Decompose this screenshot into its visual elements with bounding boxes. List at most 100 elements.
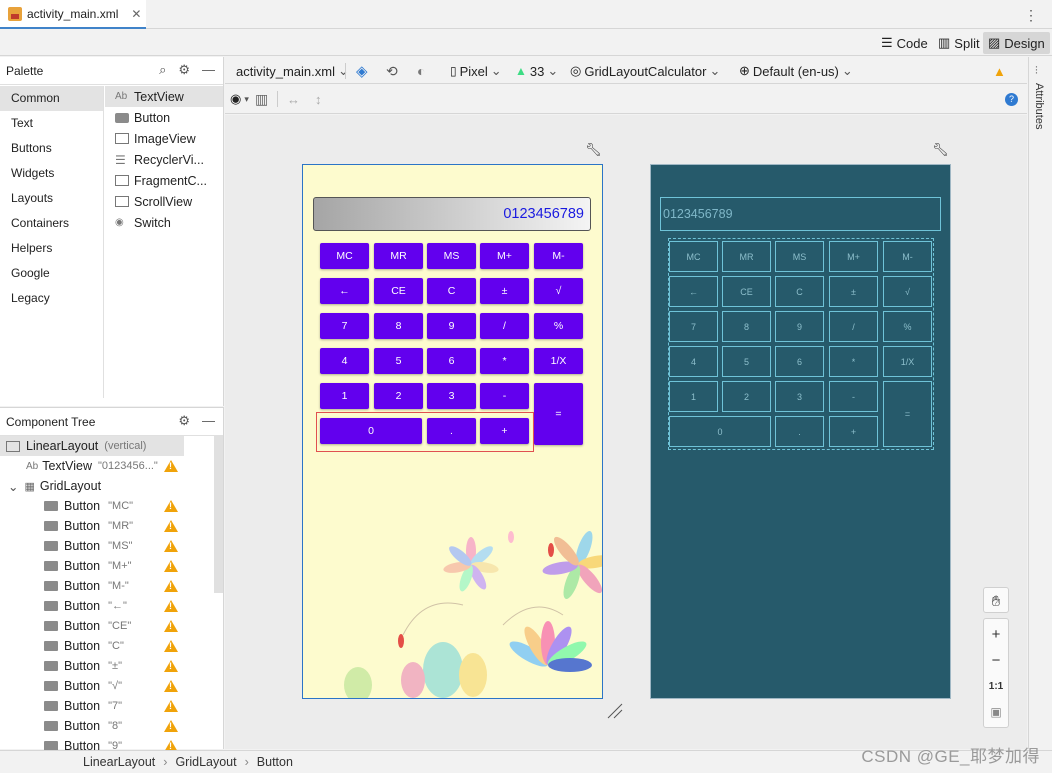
breadcrumb-item[interactable]: Button xyxy=(257,755,293,769)
calc-key[interactable]: MS xyxy=(427,243,476,269)
warning-icon[interactable] xyxy=(164,700,178,712)
locale-dropdown[interactable]: ⊕ Default (en-us) ⌄ xyxy=(739,62,853,80)
calc-key[interactable]: - xyxy=(480,383,529,409)
calc-key[interactable]: CE xyxy=(374,278,423,304)
gear-icon[interactable]: ⚙ xyxy=(178,62,190,78)
blueprint-key[interactable]: * xyxy=(829,346,878,377)
category-legacy[interactable]: Legacy xyxy=(0,286,103,311)
calc-key[interactable]: = xyxy=(534,383,583,445)
file-tab[interactable]: activity_main.xml ✕ xyxy=(0,0,146,29)
calc-key[interactable]: MR xyxy=(374,243,423,269)
blueprint-key[interactable]: C xyxy=(775,276,824,307)
help-icon[interactable]: ? xyxy=(1005,90,1018,108)
blueprint-key[interactable]: 9 xyxy=(775,311,824,342)
tree-item-button[interactable]: Button "8" xyxy=(0,716,223,736)
tree-item-button[interactable]: Button "√" xyxy=(0,676,223,696)
blueprint-key[interactable]: 0 xyxy=(669,416,771,447)
warning-icon[interactable] xyxy=(164,560,178,572)
zoom-in-button[interactable]: + xyxy=(984,621,1008,647)
warning-icon[interactable] xyxy=(164,640,178,652)
calculator-display[interactable]: 0123456789 xyxy=(313,197,591,231)
calc-key[interactable]: 6 xyxy=(427,348,476,374)
blueprint-key[interactable]: MS xyxy=(775,241,824,272)
calc-key[interactable]: ± xyxy=(480,278,529,304)
calc-key[interactable]: 2 xyxy=(374,383,423,409)
zoom-fit-icon[interactable]: ▣ xyxy=(984,699,1008,725)
blueprint-key[interactable]: / xyxy=(829,311,878,342)
tree-item-button[interactable]: Button "C" xyxy=(0,636,223,656)
widget-scrollview[interactable]: ScrollView xyxy=(105,191,223,212)
resize-handle-icon[interactable] xyxy=(606,702,624,720)
tree-item-gridlayout[interactable]: ⌄ ▦ GridLayout xyxy=(0,476,223,496)
wrench-icon[interactable]: 🔧︎ xyxy=(585,142,602,158)
warning-icon[interactable] xyxy=(164,680,178,692)
wrench-icon[interactable]: 🔧︎ xyxy=(932,142,949,158)
blueprint-key[interactable]: 7 xyxy=(669,311,718,342)
tree-item-button[interactable]: Button "MS" xyxy=(0,536,223,556)
layers-button[interactable]: ◈ xyxy=(356,62,368,80)
blueprint-key[interactable]: MR xyxy=(722,241,771,272)
widget-switch[interactable]: ◉ Switch xyxy=(105,212,223,233)
category-common[interactable]: Common xyxy=(0,86,103,111)
warning-icon[interactable] xyxy=(164,500,178,512)
code-mode-button[interactable]: ☰ Code xyxy=(876,32,933,54)
warning-icon[interactable] xyxy=(164,580,178,592)
warning-icon[interactable] xyxy=(164,540,178,552)
warning-icon[interactable] xyxy=(164,520,178,532)
warning-icon[interactable] xyxy=(164,600,178,612)
tree-scrollbar[interactable] xyxy=(214,435,223,593)
night-mode-button[interactable]: ◐ xyxy=(417,62,425,80)
blueprint-key[interactable]: M+ xyxy=(829,241,878,272)
blueprint-key[interactable]: MC xyxy=(669,241,718,272)
device-dropdown[interactable]: ▯ Pixel ⌄ xyxy=(450,62,502,80)
calc-key[interactable]: / xyxy=(480,313,529,339)
pan-button[interactable]: ✋︎ xyxy=(983,587,1009,613)
tree-item-button[interactable]: Button "7" xyxy=(0,696,223,716)
tree-item-button[interactable]: Button "MR" xyxy=(0,516,223,536)
view-options-button[interactable]: ◉ ▾ xyxy=(230,90,249,108)
vertical-resize-button[interactable]: ↕ xyxy=(315,90,322,108)
blueprint-key[interactable]: 4 xyxy=(669,346,718,377)
blueprint-key[interactable]: CE xyxy=(722,276,771,307)
blueprint-display[interactable]: 0123456789 xyxy=(660,197,941,231)
blueprint-key[interactable]: 1 xyxy=(669,381,718,412)
tree-item-button[interactable]: Button "CE" xyxy=(0,616,223,636)
zoom-out-button[interactable]: − xyxy=(984,647,1008,673)
calc-key[interactable]: 5 xyxy=(374,348,423,374)
calc-key[interactable]: M+ xyxy=(480,243,529,269)
widget-imageview[interactable]: ImageView xyxy=(105,128,223,149)
calc-key[interactable]: 1 xyxy=(320,383,369,409)
close-tab-icon[interactable]: ✕ xyxy=(131,7,141,21)
zoom-actual-size-button[interactable]: 1:1 xyxy=(984,673,1008,699)
warning-icon[interactable] xyxy=(164,620,178,632)
tree-item-button[interactable]: Button "M+" xyxy=(0,556,223,576)
tree-item-textview[interactable]: Ab TextView "0123456..." xyxy=(0,456,223,476)
category-containers[interactable]: Containers xyxy=(0,211,103,236)
blueprint-key[interactable]: 6 xyxy=(775,346,824,377)
blueprint-key[interactable]: ± xyxy=(829,276,878,307)
category-google[interactable]: Google xyxy=(0,261,103,286)
chevron-down-icon[interactable]: ⌄ xyxy=(8,479,18,494)
calc-key[interactable]: % xyxy=(534,313,583,339)
category-layouts[interactable]: Layouts xyxy=(0,186,103,211)
blueprint-key[interactable]: + xyxy=(829,416,878,447)
design-mode-button[interactable]: ▨ Design xyxy=(983,32,1050,54)
category-widgets[interactable]: Widgets xyxy=(0,161,103,186)
blueprint-key[interactable]: % xyxy=(883,311,932,342)
calc-key[interactable]: MC xyxy=(320,243,369,269)
tree-item-button[interactable]: Button "M-" xyxy=(0,576,223,596)
tree-item-button[interactable]: Button "±" xyxy=(0,656,223,676)
search-icon[interactable]: ⌕ xyxy=(159,62,166,78)
file-dropdown[interactable]: activity_main.xml ⌄ xyxy=(236,62,349,80)
category-helpers[interactable]: Helpers xyxy=(0,236,103,261)
category-buttons[interactable]: Buttons xyxy=(0,136,103,161)
warning-icon[interactable] xyxy=(164,660,178,672)
blueprint-key[interactable]: ← xyxy=(669,276,718,307)
calc-key[interactable]: √ xyxy=(534,278,583,304)
api-dropdown[interactable]: ▲ 33 ⌄ xyxy=(515,62,558,80)
calc-key[interactable]: ← xyxy=(320,278,369,304)
calc-key[interactable]: 7 xyxy=(320,313,369,339)
widget-textview[interactable]: Ab TextView xyxy=(105,86,223,107)
calc-key[interactable]: C xyxy=(427,278,476,304)
category-text[interactable]: Text xyxy=(0,111,103,136)
